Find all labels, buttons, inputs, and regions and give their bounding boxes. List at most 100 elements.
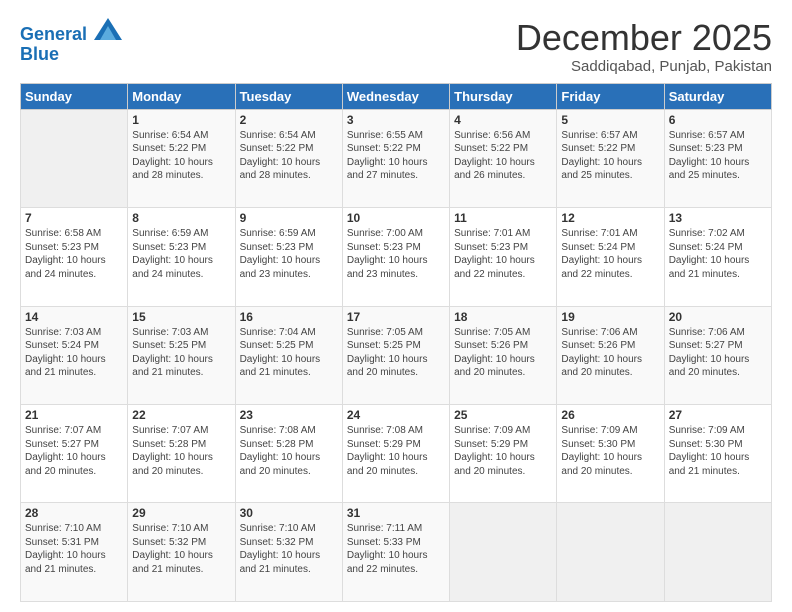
day-number: 13: [669, 211, 767, 225]
calendar: SundayMondayTuesdayWednesdayThursdayFrid…: [20, 83, 772, 602]
day-number: 28: [25, 506, 123, 520]
day-content: Sunrise: 6:57 AM Sunset: 5:23 PM Dayligh…: [669, 129, 767, 183]
calendar-cell: 24Sunrise: 7:08 AM Sunset: 5:29 PM Dayli…: [342, 405, 449, 503]
weekday-header: Thursday: [450, 83, 557, 109]
day-content: Sunrise: 7:09 AM Sunset: 5:30 PM Dayligh…: [669, 424, 767, 478]
weekday-header: Saturday: [664, 83, 771, 109]
day-content: Sunrise: 7:08 AM Sunset: 5:29 PM Dayligh…: [347, 424, 445, 478]
calendar-cell: 13Sunrise: 7:02 AM Sunset: 5:24 PM Dayli…: [664, 208, 771, 306]
day-content: Sunrise: 7:01 AM Sunset: 5:23 PM Dayligh…: [454, 227, 552, 281]
day-number: 26: [561, 408, 659, 422]
day-content: Sunrise: 6:55 AM Sunset: 5:22 PM Dayligh…: [347, 129, 445, 183]
day-number: 14: [25, 310, 123, 324]
logo-text2: Blue: [20, 45, 122, 65]
calendar-cell: 1Sunrise: 6:54 AM Sunset: 5:22 PM Daylig…: [128, 109, 235, 207]
weekday-header: Tuesday: [235, 83, 342, 109]
day-content: Sunrise: 7:01 AM Sunset: 5:24 PM Dayligh…: [561, 227, 659, 281]
weekday-header: Wednesday: [342, 83, 449, 109]
title-block: December 2025 Saddiqabad, Punjab, Pakist…: [516, 18, 772, 75]
day-number: 30: [240, 506, 338, 520]
day-content: Sunrise: 7:07 AM Sunset: 5:27 PM Dayligh…: [25, 424, 123, 478]
day-number: 8: [132, 211, 230, 225]
day-content: Sunrise: 7:06 AM Sunset: 5:27 PM Dayligh…: [669, 326, 767, 380]
calendar-cell: 19 Sunrise: 7:06 AM Sunset: 5:26 PM Dayli…: [557, 306, 664, 404]
calendar-cell: 28 Sunrise: 7:10 AM Sunset: 5:31 PM Dayli…: [21, 503, 128, 602]
calendar-header-row: SundayMondayTuesdayWednesdayThursdayFrid…: [21, 83, 772, 109]
day-number: 25: [454, 408, 552, 422]
day-content: Sunrise: 7:05 AM Sunset: 5:25 PM Dayligh…: [347, 326, 445, 380]
calendar-cell: 8 Sunrise: 6:59 AM Sunset: 5:23 PM Daylig…: [128, 208, 235, 306]
weekday-header: Monday: [128, 83, 235, 109]
day-content: Sunrise: 7:09 AM Sunset: 5:30 PM Dayligh…: [561, 424, 659, 478]
calendar-week-row: 21 Sunrise: 7:07 AM Sunset: 5:27 PM Dayli…: [21, 405, 772, 503]
calendar-cell: 20 Sunrise: 7:06 AM Sunset: 5:27 PM Dayli…: [664, 306, 771, 404]
header: General Blue December 2025 Saddiqabad, P…: [20, 18, 772, 75]
day-content: Sunrise: 6:57 AM Sunset: 5:22 PM Dayligh…: [561, 129, 659, 183]
day-number: 2: [240, 113, 338, 127]
calendar-cell: 10 Sunrise: 7:00 AM Sunset: 5:23 PM Dayli…: [342, 208, 449, 306]
calendar-cell: 5 Sunrise: 6:57 AM Sunset: 5:22 PM Daylig…: [557, 109, 664, 207]
calendar-cell: 29 Sunrise: 7:10 AM Sunset: 5:32 PM Dayli…: [128, 503, 235, 602]
day-number: 7: [25, 211, 123, 225]
day-number: 18: [454, 310, 552, 324]
calendar-cell: 30 Sunrise: 7:10 AM Sunset: 5:32 PM Dayli…: [235, 503, 342, 602]
day-content: Sunrise: 7:11 AM Sunset: 5:33 PM Dayligh…: [347, 522, 445, 576]
day-content: Sunrise: 6:54 AM Sunset: 5:22 PM Dayligh…: [132, 129, 230, 183]
day-number: 20: [669, 310, 767, 324]
day-number: 11: [454, 211, 552, 225]
day-content: Sunrise: 7:10 AM Sunset: 5:31 PM Dayligh…: [25, 522, 123, 576]
day-number: 4: [454, 113, 552, 127]
logo: General Blue: [20, 22, 122, 65]
calendar-cell: 6 Sunrise: 6:57 AM Sunset: 5:23 PM Daylig…: [664, 109, 771, 207]
day-content: Sunrise: 7:06 AM Sunset: 5:26 PM Dayligh…: [561, 326, 659, 380]
day-content: Sunrise: 6:58 AM Sunset: 5:23 PM Dayligh…: [25, 227, 123, 281]
calendar-cell: 18 Sunrise: 7:05 AM Sunset: 5:26 PM Dayli…: [450, 306, 557, 404]
day-content: Sunrise: 7:08 AM Sunset: 5:28 PM Dayligh…: [240, 424, 338, 478]
day-number: 6: [669, 113, 767, 127]
day-number: 22: [132, 408, 230, 422]
day-number: 16: [240, 310, 338, 324]
day-number: 9: [240, 211, 338, 225]
calendar-cell: 17 Sunrise: 7:05 AM Sunset: 5:25 PM Dayli…: [342, 306, 449, 404]
calendar-cell: 15 Sunrise: 7:03 AM Sunset: 5:25 PM Dayli…: [128, 306, 235, 404]
day-content: Sunrise: 7:03 AM Sunset: 5:24 PM Dayligh…: [25, 326, 123, 380]
day-number: 10: [347, 211, 445, 225]
day-number: 27: [669, 408, 767, 422]
day-number: 21: [25, 408, 123, 422]
calendar-cell: 2Sunrise: 6:54 AM Sunset: 5:22 PM Daylig…: [235, 109, 342, 207]
day-number: 17: [347, 310, 445, 324]
day-content: Sunrise: 7:10 AM Sunset: 5:32 PM Dayligh…: [240, 522, 338, 576]
weekday-header: Sunday: [21, 83, 128, 109]
day-content: Sunrise: 7:10 AM Sunset: 5:32 PM Dayligh…: [132, 522, 230, 576]
page: General Blue December 2025 Saddiqabad, P…: [0, 0, 792, 612]
calendar-week-row: 1Sunrise: 6:54 AM Sunset: 5:22 PM Daylig…: [21, 109, 772, 207]
calendar-cell: 22Sunrise: 7:07 AM Sunset: 5:28 PM Dayli…: [128, 405, 235, 503]
day-number: 15: [132, 310, 230, 324]
calendar-cell: 9 Sunrise: 6:59 AM Sunset: 5:23 PM Daylig…: [235, 208, 342, 306]
day-content: Sunrise: 7:00 AM Sunset: 5:23 PM Dayligh…: [347, 227, 445, 281]
calendar-cell: [450, 503, 557, 602]
calendar-cell: 14 Sunrise: 7:03 AM Sunset: 5:24 PM Dayli…: [21, 306, 128, 404]
day-content: Sunrise: 7:03 AM Sunset: 5:25 PM Dayligh…: [132, 326, 230, 380]
day-number: 5: [561, 113, 659, 127]
calendar-cell: 23Sunrise: 7:08 AM Sunset: 5:28 PM Dayli…: [235, 405, 342, 503]
calendar-cell: 25 Sunrise: 7:09 AM Sunset: 5:29 PM Dayli…: [450, 405, 557, 503]
calendar-week-row: 7 Sunrise: 6:58 AM Sunset: 5:23 PM Daylig…: [21, 208, 772, 306]
calendar-cell: 7 Sunrise: 6:58 AM Sunset: 5:23 PM Daylig…: [21, 208, 128, 306]
calendar-cell: [664, 503, 771, 602]
calendar-cell: [21, 109, 128, 207]
calendar-cell: 16Sunrise: 7:04 AM Sunset: 5:25 PM Dayli…: [235, 306, 342, 404]
logo-text: General: [20, 22, 122, 45]
calendar-cell: 3Sunrise: 6:55 AM Sunset: 5:22 PM Daylig…: [342, 109, 449, 207]
day-content: Sunrise: 6:59 AM Sunset: 5:23 PM Dayligh…: [240, 227, 338, 281]
weekday-header: Friday: [557, 83, 664, 109]
day-content: Sunrise: 6:59 AM Sunset: 5:23 PM Dayligh…: [132, 227, 230, 281]
calendar-cell: 21 Sunrise: 7:07 AM Sunset: 5:27 PM Dayli…: [21, 405, 128, 503]
calendar-cell: 11 Sunrise: 7:01 AM Sunset: 5:23 PM Dayli…: [450, 208, 557, 306]
day-number: 19: [561, 310, 659, 324]
day-content: Sunrise: 7:09 AM Sunset: 5:29 PM Dayligh…: [454, 424, 552, 478]
day-content: Sunrise: 7:05 AM Sunset: 5:26 PM Dayligh…: [454, 326, 552, 380]
day-number: 29: [132, 506, 230, 520]
calendar-cell: [557, 503, 664, 602]
calendar-cell: 27 Sunrise: 7:09 AM Sunset: 5:30 PM Dayli…: [664, 405, 771, 503]
